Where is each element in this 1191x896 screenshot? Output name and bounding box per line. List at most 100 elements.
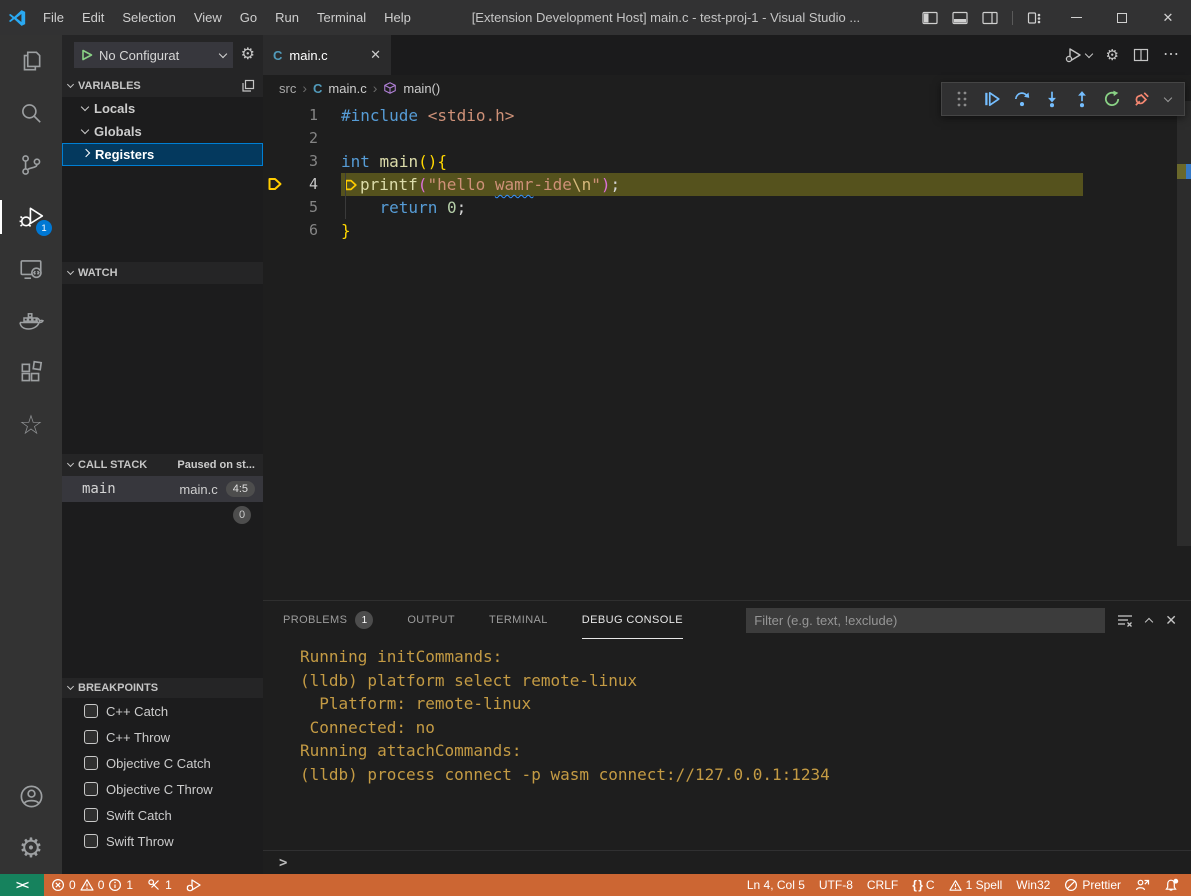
feedback-icon[interactable]	[1128, 874, 1157, 896]
code-line[interactable]: 4printf("hello wamr-ide\n");	[263, 173, 1191, 196]
breakpoint-checkbox[interactable]	[84, 808, 98, 822]
gutter[interactable]: 4	[263, 173, 341, 196]
code-line[interactable]: 6}	[263, 219, 1191, 242]
menu-run[interactable]: Run	[266, 0, 308, 35]
activity-run-and-debug-icon[interactable]: 1	[0, 191, 62, 243]
gear-icon[interactable]: ⚙	[241, 47, 255, 63]
variables-row-locals[interactable]: Locals	[62, 97, 263, 120]
menu-edit[interactable]: Edit	[73, 0, 113, 35]
menu-view[interactable]: View	[185, 0, 231, 35]
code-line-content[interactable]: #include <stdio.h>	[341, 104, 514, 127]
menu-help[interactable]: Help	[375, 0, 420, 35]
clear-console-icon[interactable]	[1117, 612, 1133, 628]
breakpoints-header[interactable]: BREAKPOINTS	[62, 678, 263, 698]
gutter[interactable]: 2	[263, 127, 341, 150]
encoding[interactable]: UTF-8	[812, 874, 860, 896]
menu-selection[interactable]: Selection	[113, 0, 184, 35]
breakpoint-checkbox[interactable]	[84, 834, 98, 848]
cursor-position[interactable]: Ln 4, Col 5	[740, 874, 812, 896]
more-actions-icon[interactable]: ⋯	[1163, 47, 1179, 63]
activity-search-icon[interactable]	[0, 87, 62, 139]
menu-file[interactable]: File	[34, 0, 73, 35]
call-stack-header[interactable]: CALL STACK Paused on st...	[62, 454, 263, 476]
activity-settings-icon[interactable]: ⚙	[0, 822, 62, 874]
breakpoint-checkbox[interactable]	[84, 704, 98, 718]
continue-button[interactable]	[978, 86, 1006, 112]
toggle-secondary-sidebar-icon[interactable]	[982, 10, 998, 26]
gutter[interactable]: 5	[263, 196, 341, 219]
toggle-panel-icon[interactable]	[952, 10, 968, 26]
debug-status-icon[interactable]	[179, 874, 209, 896]
chevron-down-button[interactable]	[1158, 86, 1178, 112]
filter-input[interactable]	[746, 608, 1105, 633]
maximize-panel-icon[interactable]	[1145, 617, 1153, 625]
menu-go[interactable]: Go	[231, 0, 266, 35]
customize-layout-icon[interactable]	[1027, 10, 1043, 26]
close-panel-icon[interactable]: ✕	[1165, 612, 1177, 629]
activity-docker-icon[interactable]	[0, 295, 62, 347]
code-line-content[interactable]: }	[341, 219, 351, 242]
activity-account-icon[interactable]	[0, 770, 62, 822]
breakpoint-row[interactable]: Objective C Throw	[62, 776, 263, 802]
debug-console-input-row[interactable]: >	[263, 850, 1191, 874]
breadcrumb-file[interactable]: main.c	[328, 81, 366, 96]
stack-frame-row[interactable]: main main.c 4:5	[62, 476, 263, 502]
eol-sequence[interactable]: CRLF	[860, 874, 905, 896]
panel-tab-terminal[interactable]: TERMINAL	[489, 601, 548, 639]
activity-explorer-icon[interactable]	[0, 35, 62, 87]
code-line[interactable]: 2	[263, 127, 1191, 150]
breakpoint-checkbox[interactable]	[84, 730, 98, 744]
toggle-primary-sidebar-icon[interactable]	[922, 10, 938, 26]
step-over-button[interactable]	[1008, 86, 1036, 112]
remote-indicator[interactable]: ><	[0, 874, 44, 896]
code-line[interactable]: 3int main(){	[263, 150, 1191, 173]
breadcrumb-symbol[interactable]: main()	[403, 81, 440, 96]
code-line-content[interactable]: return 0;	[341, 196, 466, 219]
gutter[interactable]: 6	[263, 219, 341, 242]
code-line-content[interactable]: int main(){	[341, 150, 447, 173]
breakpoint-checkbox[interactable]	[84, 756, 98, 770]
panel-tab-output[interactable]: OUTPUT	[407, 601, 455, 639]
step-out-button[interactable]	[1068, 86, 1096, 112]
breakpoint-row[interactable]: C++ Catch	[62, 698, 263, 724]
breakpoint-row[interactable]: C++ Throw	[62, 724, 263, 750]
problems-status[interactable]: 0 0 1	[44, 874, 140, 896]
formatter-status[interactable]: Prettier	[1057, 874, 1128, 896]
tab-main-c[interactable]: C main.c ✕	[263, 35, 391, 75]
maximize-button[interactable]	[1099, 0, 1145, 35]
collapse-all-icon[interactable]	[241, 79, 255, 93]
close-button[interactable]: ✕	[1145, 0, 1191, 35]
activity-extensions-icon[interactable]	[0, 347, 62, 399]
run-or-debug-button[interactable]	[1065, 47, 1092, 63]
language-mode[interactable]: { } C	[905, 874, 941, 896]
breakpoint-row[interactable]: Swift Catch	[62, 802, 263, 828]
code-editor[interactable]: 1#include <stdio.h>23int main(){4printf(…	[263, 101, 1191, 600]
close-tab-icon[interactable]: ✕	[370, 47, 381, 63]
platform-status[interactable]: Win32	[1009, 874, 1057, 896]
thread-row[interactable]: 0	[62, 502, 263, 528]
breakpoint-row[interactable]: Objective C Catch	[62, 750, 263, 776]
activity-remote-explorer-icon[interactable]	[0, 243, 62, 295]
variables-row-globals[interactable]: Globals	[62, 120, 263, 143]
split-editor-icon[interactable]	[1133, 47, 1149, 63]
breakpoint-checkbox[interactable]	[84, 782, 98, 796]
breadcrumb-folder[interactable]: src	[279, 81, 296, 96]
activity-star-icon[interactable]: ☆	[0, 399, 62, 451]
step-into-button[interactable]	[1038, 86, 1066, 112]
variables-row-registers[interactable]: Registers	[62, 143, 263, 166]
minimize-button[interactable]	[1053, 0, 1099, 35]
disconnect-button[interactable]	[1128, 86, 1156, 112]
activity-source-control-icon[interactable]	[0, 139, 62, 191]
menu-terminal[interactable]: Terminal	[308, 0, 375, 35]
code-line-content[interactable]: printf("hello wamr-ide\n");	[341, 173, 1083, 196]
gear-icon[interactable]: ⚙	[1106, 48, 1119, 63]
panel-tab-debug-console[interactable]: DEBUG CONSOLE	[582, 601, 683, 639]
tools-status[interactable]: 1	[140, 874, 179, 896]
watch-header[interactable]: WATCH	[62, 262, 263, 284]
gutter[interactable]: 1	[263, 104, 341, 127]
gutter[interactable]: 3	[263, 150, 341, 173]
variables-header[interactable]: VARIABLES	[62, 75, 263, 97]
breakpoint-row[interactable]: Swift Throw	[62, 828, 263, 854]
notifications-bell-icon[interactable]	[1157, 874, 1191, 896]
launch-config-dropdown[interactable]: No Configurat	[74, 42, 233, 68]
